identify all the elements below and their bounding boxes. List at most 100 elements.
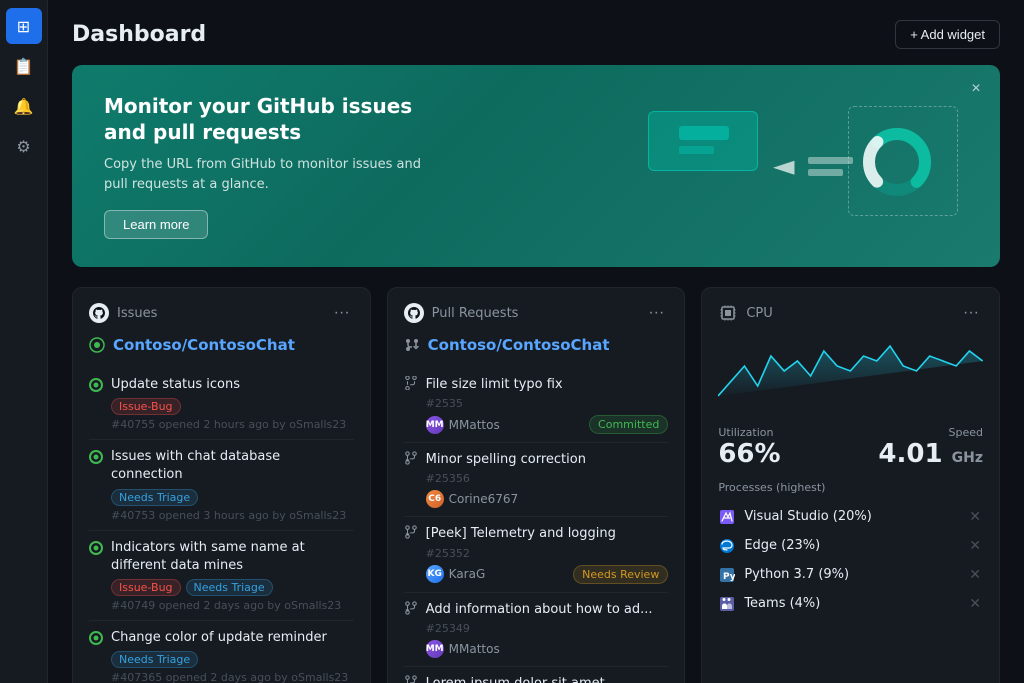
pr-widget-title: Pull Requests	[432, 306, 519, 321]
pr-icon	[404, 601, 418, 615]
issues-repo-name: Contoso/ContosoChat	[89, 336, 354, 354]
issue-item: Indicators with same name at different d…	[89, 531, 354, 621]
pr-item: Minor spelling correction #25356 C6 Cori…	[404, 443, 669, 517]
cpu-speed-stat: Speed 4.01 GHz	[878, 426, 983, 467]
pr-icon	[404, 451, 418, 465]
cpu-stats: Utilization 66% Speed 4.01 GHz	[718, 426, 983, 467]
donut-svg	[857, 122, 937, 202]
pr-number: #25352	[426, 547, 669, 560]
process-close-button[interactable]: ✕	[967, 535, 983, 556]
issue-status-icon	[89, 631, 103, 645]
process-item: Teams (4%) ✕	[718, 589, 983, 618]
pr-title[interactable]: Add information about how to ad...	[426, 601, 653, 619]
cpu-header-left: CPU	[718, 303, 772, 323]
issue-title[interactable]: Update status icons	[111, 376, 240, 394]
pr-title[interactable]: Minor spelling correction	[426, 451, 586, 469]
speed-value: 4.01 GHz	[878, 441, 983, 467]
cpu-chart	[718, 336, 983, 416]
issue-meta: #40755 opened 2 hours ago by oSmalls23	[111, 418, 354, 431]
issue-item: Update status icons Issue-Bug #40755 ope…	[89, 368, 354, 440]
issue-tags: Issue-Bug	[111, 398, 354, 415]
cpu-widget-title: CPU	[746, 306, 772, 321]
pr-header-left: Pull Requests	[404, 303, 519, 323]
sidebar-icon-home[interactable]: ⊞	[6, 8, 42, 44]
issues-widget-title: Issues	[117, 306, 157, 321]
issue-title[interactable]: Indicators with same name at different d…	[111, 539, 354, 575]
issues-header-left: Issues	[89, 303, 157, 323]
banner-title: Monitor your GitHub issues and pull requ…	[104, 93, 444, 145]
speed-label: Speed	[878, 426, 983, 439]
issue-tags: Needs Triage	[111, 651, 354, 668]
pr-author: MM MMattos	[426, 640, 500, 658]
learn-more-button[interactable]: Learn more	[104, 210, 208, 239]
sidebar: ⊞ 📋 🔔 ⚙	[0, 0, 48, 683]
process-item: Edge (23%) ✕	[718, 531, 983, 560]
pr-icon	[404, 675, 418, 683]
pr-author: C6 Corine6767	[426, 490, 519, 508]
tag-issue-bug: Issue-Bug	[111, 398, 181, 415]
pr-badge-needs-review: Needs Review	[573, 565, 668, 584]
main-content: Dashboard + Add widget Monitor your GitH…	[48, 0, 1024, 683]
illus-inner2	[679, 146, 714, 154]
add-widget-button[interactable]: + Add widget	[895, 20, 1000, 49]
process-close-button[interactable]: ✕	[967, 506, 983, 527]
svg-text:Py: Py	[723, 572, 735, 582]
pr-item: File size limit typo fix #2535 MM MMatto…	[404, 368, 669, 443]
illus-arrow-icon: ◄	[773, 149, 795, 182]
pr-widget: Pull Requests ··· Contoso/ContosoChat	[387, 287, 686, 683]
issue-item: Change color of update reminder Needs Tr…	[89, 621, 354, 683]
pr-item: Add information about how to ad... #2534…	[404, 593, 669, 667]
cpu-more-button[interactable]: ···	[959, 302, 983, 324]
pr-title[interactable]: File size limit typo fix	[426, 376, 563, 394]
banner-illustration: ◄	[628, 101, 968, 231]
sidebar-icon-settings[interactable]: ⚙	[6, 128, 42, 164]
illus-inner1	[679, 126, 729, 140]
tag-needs-triage: Needs Triage	[111, 489, 198, 506]
pr-number: #25349	[426, 622, 669, 635]
process-close-button[interactable]: ✕	[967, 564, 983, 585]
issues-more-button[interactable]: ···	[330, 302, 354, 324]
illus-lines	[808, 157, 853, 176]
sidebar-icon-boards[interactable]: 📋	[6, 48, 42, 84]
issues-widget: Issues ··· Contoso/ContosoChat Update	[72, 287, 371, 683]
tag-needs-triage: Needs Triage	[111, 651, 198, 668]
issue-title[interactable]: Issues with chat database connection	[111, 448, 354, 484]
python-icon: Py	[718, 566, 736, 584]
pr-more-button[interactable]: ···	[644, 302, 668, 324]
issue-item: Issues with chat database connection Nee…	[89, 440, 354, 530]
issue-status-icon	[89, 450, 103, 464]
process-item: Py Python 3.7 (9%) ✕	[718, 560, 983, 589]
issue-meta: #407365 opened 2 days ago by oSmalls23	[111, 671, 354, 683]
banner-description: Copy the URL from GitHub to monitor issu…	[104, 155, 444, 194]
banner-close-button[interactable]: ×	[964, 77, 988, 101]
issues-widget-header: Issues ···	[89, 302, 354, 324]
illus-box1	[648, 111, 758, 171]
pr-title[interactable]: [Peek] Telemetry and logging	[426, 525, 616, 543]
process-item: Visual Studio (20%) ✕	[718, 502, 983, 531]
pr-icon	[404, 376, 418, 390]
sidebar-icon-notifications[interactable]: 🔔	[6, 88, 42, 124]
process-name: Edge (23%)	[744, 538, 820, 553]
avatar: C6	[426, 490, 444, 508]
illus-line2	[808, 169, 843, 176]
cpu-widget-header: CPU ···	[718, 302, 983, 324]
issue-title[interactable]: Change color of update reminder	[111, 629, 327, 647]
issue-meta: #40749 opened 2 days ago by oSmalls23	[111, 599, 354, 612]
page-header: Dashboard + Add widget	[72, 20, 1000, 49]
speed-unit: GHz	[952, 450, 983, 466]
pr-title[interactable]: Lorem ipsum dolor sit amet	[426, 675, 605, 683]
process-name: Python 3.7 (9%)	[744, 567, 849, 582]
pr-badge-committed: Committed	[589, 415, 668, 434]
widgets-grid: Issues ··· Contoso/ContosoChat Update	[72, 287, 1000, 683]
visual-studio-icon	[718, 508, 736, 526]
pr-number: #25356	[426, 472, 669, 485]
issue-meta: #40753 opened 3 hours ago by oSmalls23	[111, 509, 354, 522]
page-title: Dashboard	[72, 22, 206, 47]
pr-icon	[404, 525, 418, 539]
issue-status-icon	[89, 541, 103, 555]
avatar: KG	[426, 565, 444, 583]
cpu-icon	[718, 303, 738, 323]
tag-needs-triage: Needs Triage	[186, 579, 273, 596]
banner: Monitor your GitHub issues and pull requ…	[72, 65, 1000, 267]
process-close-button[interactable]: ✕	[967, 593, 983, 614]
